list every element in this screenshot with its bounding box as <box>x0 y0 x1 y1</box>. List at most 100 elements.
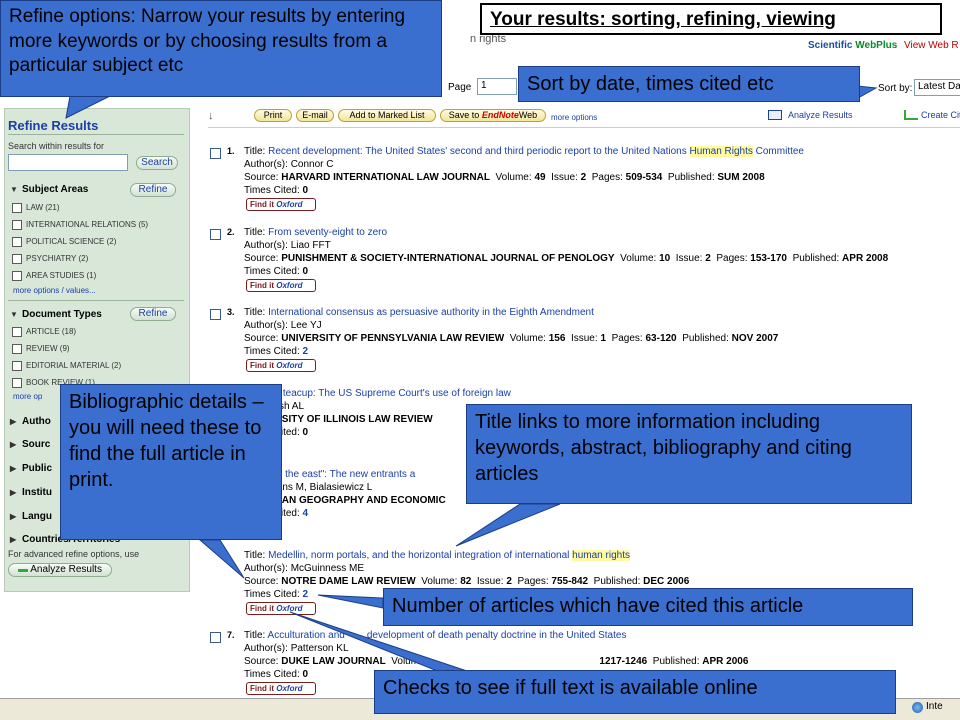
issue-label: Issue: <box>476 576 504 587</box>
record-checkbox[interactable] <box>210 148 221 159</box>
subject-checkbox[interactable] <box>12 220 22 230</box>
source-value: PUNISHMENT & SOCIETY-INTERNATIONAL JOURN… <box>281 253 615 264</box>
authors-value: Lee YJ <box>290 320 322 331</box>
print-button[interactable]: Print <box>254 109 292 122</box>
authors-value: Connor C <box>290 159 334 170</box>
authors-value: McGuinness ME <box>290 563 365 574</box>
subject-item: LAW (21) <box>26 203 60 212</box>
record-checkbox[interactable] <box>210 309 221 320</box>
expand-down-icon: ▼ <box>10 185 18 194</box>
find-it-oxford-button[interactable]: Find it Oxford <box>246 198 316 211</box>
document-types-heading[interactable]: ▼ Document Types <box>10 309 102 320</box>
section-label: Langu <box>22 511 52 522</box>
more-options-link[interactable]: more options <box>551 113 597 122</box>
find-it-oxford-button[interactable]: Find it Oxford <box>246 279 316 292</box>
authors-label: Author(s): <box>244 563 288 574</box>
source-label: Source: <box>244 172 279 183</box>
source-label: Source: <box>244 576 279 587</box>
page-number-input[interactable]: 1 <box>477 78 517 95</box>
search-within-label: Search within results for <box>8 141 105 151</box>
refine-button[interactable]: Refine <box>130 183 176 197</box>
record-title-link[interactable]: International consensus as persuasive au… <box>268 307 594 318</box>
save-to-label: Save to <box>448 110 480 120</box>
section-label: Institu <box>22 487 52 498</box>
expand-right-icon: ▶ <box>10 512 17 521</box>
times-cited-label: Times Cited: <box>244 266 300 277</box>
scientific-webplus-logo[interactable]: Scientific WebPlus <box>808 40 897 51</box>
subject-item: PSYCHIATRY (2) <box>26 254 89 263</box>
record-title-link[interactable]: Acculturation and development of death pe… <box>268 630 627 641</box>
published-label: Published: <box>792 253 840 264</box>
published-label: Published: <box>667 172 715 183</box>
refine-button[interactable]: Refine <box>130 307 176 321</box>
subject-more-options-link[interactable]: more options / values... <box>13 286 96 295</box>
bibliographic-details-callout: Bibliographic details – you will need th… <box>60 384 282 540</box>
subject-item: POLITICAL SCIENCE (2) <box>26 237 117 246</box>
email-button[interactable]: E-mail <box>296 109 334 122</box>
advanced-refine-label: For advanced refine options, use <box>8 549 140 559</box>
authors-section[interactable]: ▶ Autho <box>10 416 51 427</box>
sidebar-analyze-results-button[interactable]: ▬ Analyze Results <box>8 563 112 577</box>
title-label: Title: <box>244 550 266 561</box>
source-section[interactable]: ▶ Sourc <box>10 439 50 450</box>
subject-areas-heading[interactable]: ▼ Subject Areas <box>10 184 88 195</box>
full-text-callout: Checks to see if full text is available … <box>374 670 896 714</box>
authors-label: Author(s): <box>244 320 288 331</box>
subject-checkbox[interactable] <box>12 203 22 213</box>
title-links-callout: Title links to more information includin… <box>466 404 912 504</box>
findit-brand: Oxford <box>276 604 303 613</box>
title-text: Recent development: The United States' s… <box>268 146 690 157</box>
sort-by-select[interactable]: Latest Da <box>914 79 960 96</box>
divider <box>8 134 184 135</box>
analyze-icon: ▬ <box>18 564 31 575</box>
create-citation-report-link[interactable]: Create Cit <box>921 110 960 120</box>
institution-section[interactable]: ▶ Institu <box>10 487 52 498</box>
subject-checkbox[interactable] <box>12 254 22 264</box>
title-text: Committee <box>752 146 804 157</box>
search-button[interactable]: Search <box>136 156 178 170</box>
subject-checkbox[interactable] <box>12 237 22 247</box>
source-label: Source: <box>244 333 279 344</box>
language-section[interactable]: ▶ Langu <box>10 511 52 522</box>
title-highlight: Human Rights <box>689 146 753 157</box>
record-checkbox[interactable] <box>210 632 221 643</box>
findit-label: Find it <box>250 361 274 370</box>
findit-brand: Oxford <box>276 281 303 290</box>
record-title-link[interactable]: Recent development: The United States' s… <box>268 146 804 157</box>
record-title-link[interactable]: From seventy-eight to zero <box>268 227 387 238</box>
add-to-marked-list-button[interactable]: Add to Marked List <box>338 109 436 122</box>
subject-checkbox[interactable] <box>12 271 22 281</box>
times-cited-label: Times Cited: <box>244 589 300 600</box>
result-record: 2. Title: From seventy-eight to zero Aut… <box>210 227 950 305</box>
search-within-input[interactable] <box>8 154 128 171</box>
view-web-results-link[interactable]: View Web R <box>904 40 959 51</box>
analyze-results-link[interactable]: Analyze Results <box>788 110 853 120</box>
times-cited-value: 0 <box>302 266 309 277</box>
title-label: Title: <box>244 146 266 157</box>
record-title-link[interactable]: orm in a teacup: The US Supreme Court's … <box>244 388 511 399</box>
find-it-oxford-button[interactable]: Find it Oxford <box>246 682 316 695</box>
record-checkbox[interactable] <box>210 229 221 240</box>
title-label: Title: <box>244 227 266 238</box>
save-to-endnote-button[interactable]: Save to EndNoteWeb <box>440 109 546 122</box>
authors-label: Author(s): <box>244 159 288 170</box>
source-label: Source: <box>244 656 279 667</box>
doctype-checkbox[interactable] <box>12 361 22 371</box>
authors-label: Author(s): <box>244 240 288 251</box>
record-title-link[interactable]: Medellin, norm portals, and the horizont… <box>268 550 630 561</box>
find-it-oxford-button[interactable]: Find it Oxford <box>246 602 316 615</box>
publication-section[interactable]: ▶ Public <box>10 463 52 474</box>
doctype-checkbox[interactable] <box>12 344 22 354</box>
times-cited-link[interactable]: 4 <box>303 508 309 519</box>
doctype-more-options-link[interactable]: more op <box>13 392 42 401</box>
times-cited-link[interactable]: 2 <box>303 346 309 357</box>
doctype-checkbox[interactable] <box>12 378 22 388</box>
pages-value: 755-842 <box>551 576 589 587</box>
times-cited-link[interactable]: 2 <box>303 589 309 600</box>
doctype-checkbox[interactable] <box>12 327 22 337</box>
authors-label: Author(s): <box>244 643 288 654</box>
expand-right-icon: ▶ <box>10 440 17 449</box>
find-it-oxford-button[interactable]: Find it Oxford <box>246 359 316 372</box>
times-cited-value: 0 <box>302 669 309 680</box>
issue-value: 1 <box>600 333 606 344</box>
